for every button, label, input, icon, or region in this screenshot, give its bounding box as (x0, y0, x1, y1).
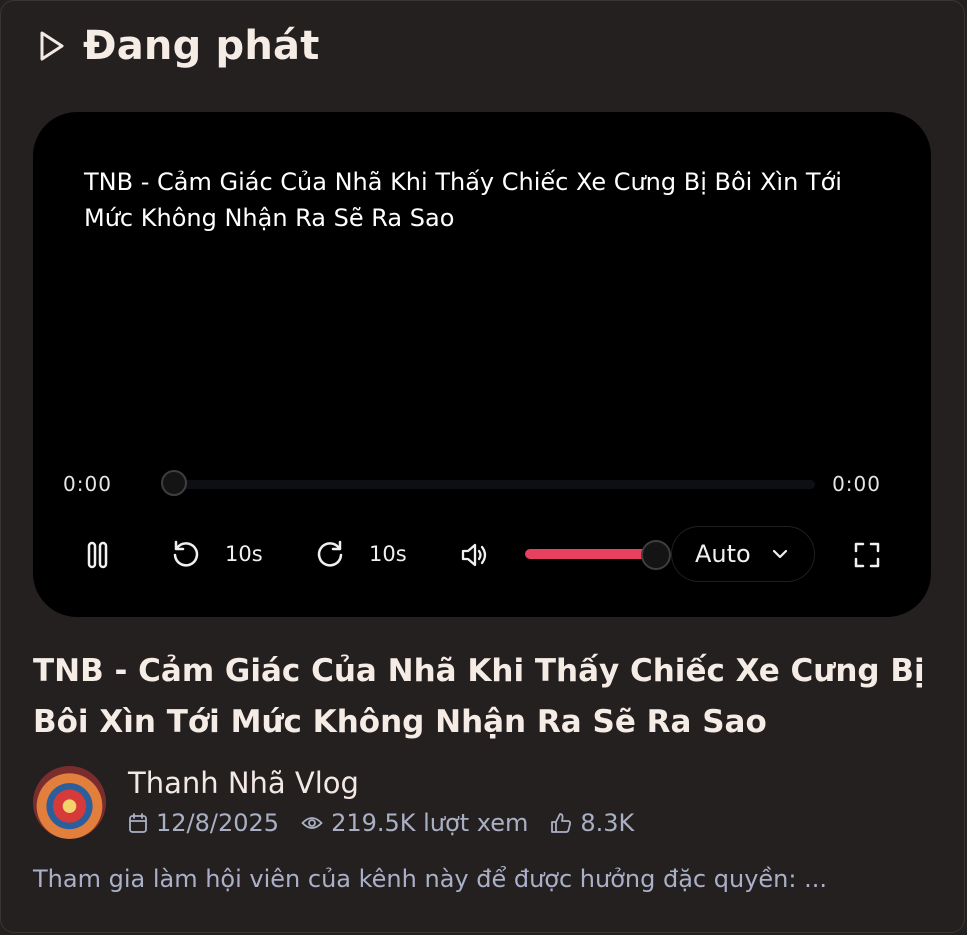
views-item: 219.5K lượt xem (301, 809, 528, 837)
now-playing-card: Đang phát TNB - Cảm Giác Của Nhã Khi Thấ… (0, 0, 965, 933)
like-count: 8.3K (580, 809, 635, 837)
seek-handle[interactable] (161, 470, 187, 496)
seek-bar[interactable] (161, 470, 815, 496)
volume-handle[interactable] (641, 540, 671, 570)
video-player[interactable]: TNB - Cảm Giác Của Nhã Khi Thấy Chiếc Xe… (33, 112, 931, 617)
chevron-down-icon (772, 549, 787, 559)
current-time: 0:00 (63, 472, 112, 496)
channel-avatar[interactable] (33, 766, 106, 839)
rewind-button[interactable]: 10s (171, 539, 263, 569)
player-overlay-title: TNB - Cảm Giác Của Nhã Khi Thấy Chiếc Xe… (84, 168, 842, 232)
fullscreen-button[interactable] (853, 541, 881, 569)
forward-icon (317, 540, 343, 567)
forward-button[interactable]: 10s (315, 539, 407, 569)
play-icon (40, 31, 64, 61)
volume-icon (461, 543, 487, 567)
volume-slider[interactable] (525, 549, 656, 559)
video-meta: 12/8/2025 219.5K lượt xem 8.3K (128, 809, 656, 837)
rewind-icon (173, 540, 199, 567)
date-item: 12/8/2025 (128, 809, 279, 837)
duration: 0:00 (832, 472, 881, 496)
fullscreen-icon (854, 542, 880, 568)
view-count: 219.5K lượt xem (331, 809, 529, 837)
video-title: TNB - Cảm Giác Của Nhã Khi Thấy Chiếc Xe… (33, 653, 925, 740)
thumbs-up-icon (551, 813, 572, 833)
likes-item[interactable]: 8.3K (550, 809, 634, 837)
pause-icon (87, 541, 108, 569)
video-description[interactable]: Tham gia làm hội viên của kênh này để đư… (33, 865, 827, 893)
channel-name[interactable]: Thanh Nhã Vlog (128, 766, 359, 800)
quality-select[interactable]: Auto (671, 526, 815, 582)
forward-label: 10s (369, 542, 407, 566)
upload-date: 12/8/2025 (156, 809, 280, 837)
rewind-label: 10s (225, 542, 263, 566)
mute-button[interactable] (459, 540, 491, 570)
section-header: Đang phát (37, 23, 320, 69)
eye-icon (301, 817, 323, 829)
calendar-icon (129, 813, 147, 833)
quality-value: Auto (695, 540, 751, 568)
pause-button[interactable] (85, 540, 111, 570)
section-title: Đang phát (83, 23, 320, 69)
